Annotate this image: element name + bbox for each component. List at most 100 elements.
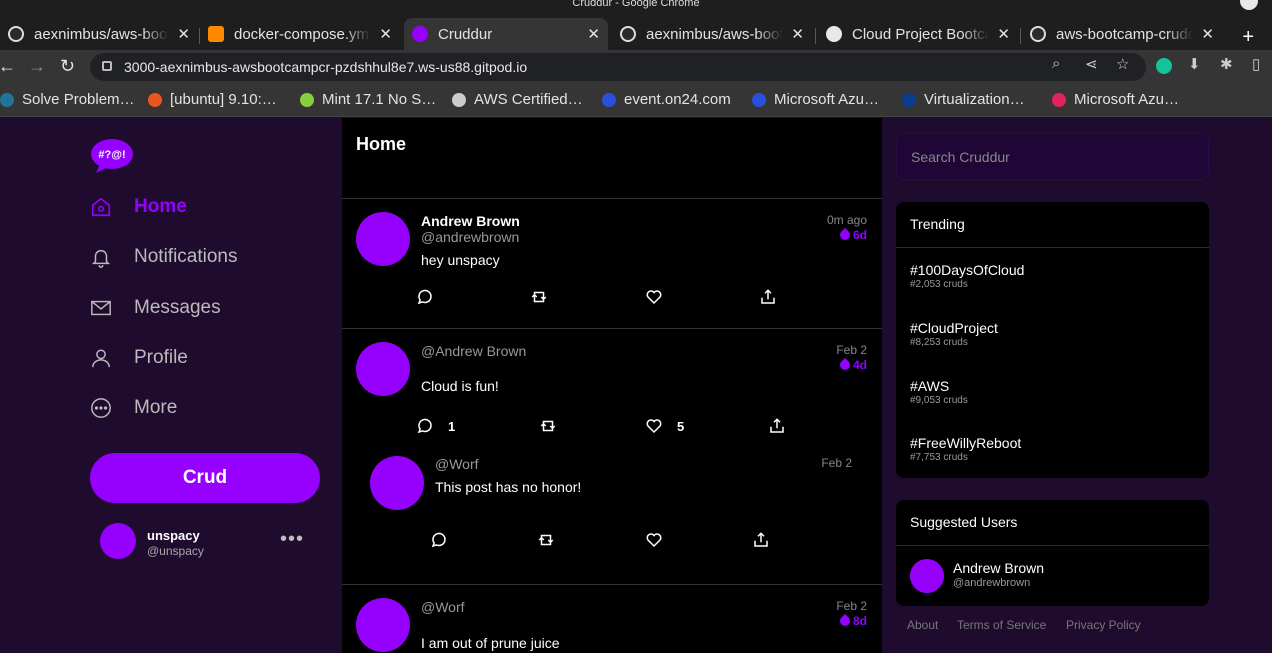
extensions-icon[interactable]: ✱	[1220, 55, 1233, 73]
footer-privacy-link[interactable]: Privacy Policy	[1066, 618, 1141, 632]
crud-button[interactable]: Crud	[90, 453, 320, 503]
share-icon[interactable]: ⋖	[1085, 55, 1098, 73]
reply-button[interactable]	[430, 531, 448, 549]
activity-item[interactable]: @Worf Feb 2 8d I am out of prune juice	[342, 585, 882, 653]
download-icon[interactable]: ⬇	[1188, 55, 1201, 73]
footer-about-link[interactable]: About	[907, 618, 938, 632]
expires-value: 6d	[852, 228, 867, 242]
zoom-icon[interactable]: ⌕	[1052, 55, 1060, 72]
bookmark-label: Microsoft Azu…	[1074, 91, 1180, 108]
bookmark-star-icon[interactable]: ☆	[1116, 55, 1129, 73]
browser-tab[interactable]: aexnimbus/aws-bootcamp-cruddur-2023 ✕	[612, 18, 812, 50]
like-button[interactable]	[645, 288, 663, 306]
bookmark-item[interactable]: Solve Problem…	[0, 91, 135, 108]
browser-tab[interactable]: Cloud Project Bootcamp ✕	[818, 18, 1018, 50]
activity-item[interactable]: @Andrew Brown Feb 2 4d Cloud is fun! 1 5	[342, 329, 882, 449]
bookmark-item[interactable]: Mint 17.1 No S…	[300, 91, 436, 108]
bookmark-item[interactable]: Microsoft Azu…	[752, 91, 879, 108]
tab-close-icon[interactable]: ✕	[1201, 25, 1214, 43]
reply-count: 1	[448, 418, 456, 434]
nav-more[interactable]: More	[90, 397, 177, 419]
bookmark-icon	[602, 92, 616, 107]
nav-messages[interactable]: Messages	[90, 297, 221, 319]
like-button[interactable]: 5	[645, 417, 684, 435]
tab-close-icon[interactable]: ✕	[177, 25, 190, 43]
post-handle: @Worf	[421, 599, 465, 615]
browser-tab[interactable]: aws-bootcamp-cruddur-2023 ✕	[1022, 18, 1222, 50]
tab-close-icon[interactable]: ✕	[379, 25, 392, 43]
user-handle: @unspacy	[147, 544, 204, 558]
grammarly-icon[interactable]	[1156, 58, 1172, 74]
footer-terms-link[interactable]: Terms of Service	[957, 618, 1046, 632]
suggested-user-handle: @andrewbrown	[953, 577, 1031, 589]
tab-close-icon[interactable]: ✕	[587, 25, 600, 43]
reply-button[interactable]	[416, 288, 434, 306]
share-button[interactable]	[752, 531, 770, 549]
window-close-button[interactable]	[1240, 0, 1258, 10]
post-time: 0m ago	[826, 213, 867, 227]
activity-item[interactable]: Andrew Brown @andrewbrown 0m ago 6d hey …	[342, 199, 882, 327]
share-button[interactable]	[759, 288, 777, 306]
new-tab-button[interactable]: +	[1242, 26, 1254, 49]
repost-button[interactable]	[539, 417, 557, 435]
browser-tab-active[interactable]: Cruddur ✕	[404, 18, 608, 50]
heart-icon	[646, 419, 662, 434]
cruddur-logo[interactable]: #?@!	[90, 138, 134, 174]
bookmark-icon	[300, 92, 314, 107]
bookmark-icon	[452, 92, 466, 107]
reload-icon[interactable]: ↻	[60, 56, 75, 77]
tab-close-icon[interactable]: ✕	[791, 25, 804, 43]
trend-count: #9,053 cruds	[910, 395, 968, 406]
bookmark-item[interactable]: [ubuntu] 9.10:…	[148, 91, 277, 108]
nav-label: Profile	[134, 347, 188, 368]
expires-value: 8d	[852, 614, 867, 628]
avatar[interactable]	[910, 559, 944, 593]
tab-label: Cloud Project Bootcamp	[852, 25, 990, 43]
post-handle: @Worf	[435, 456, 479, 472]
user-menu-icon[interactable]: •••	[280, 528, 304, 551]
bookmark-icon	[902, 92, 916, 107]
address-bar[interactable]: 3000-aexnimbus-awsbootcampcr-pzdshhul8e7…	[90, 53, 1146, 81]
side-panel-icon[interactable]: ▯	[1252, 55, 1260, 73]
suggested-title: Suggested Users	[910, 514, 1018, 530]
browser-tab[interactable]: aexnimbus/aws-bootcamp-cruddur-2023 ✕	[0, 18, 198, 50]
post-expires: 8d	[837, 613, 867, 629]
bookmark-item[interactable]: event.on24.com	[602, 91, 731, 108]
window-titlebar: Cruddur - Google Chrome	[0, 0, 1272, 12]
bookmark-icon	[1052, 92, 1066, 107]
trend-count: #2,053 cruds	[910, 279, 968, 290]
tab-label: Cruddur	[438, 25, 493, 43]
nav-profile[interactable]: Profile	[90, 347, 188, 369]
tab-close-icon[interactable]: ✕	[997, 25, 1010, 43]
reply-item[interactable]: @Worf Feb 2 This post has no honor!	[342, 449, 882, 584]
heart-icon	[646, 290, 662, 305]
more-icon	[91, 398, 111, 418]
bookmark-item[interactable]: Microsoft Azu…	[1052, 91, 1179, 108]
nav-home[interactable]: Home	[90, 196, 187, 218]
suggested-user-name[interactable]: Andrew Brown	[953, 560, 1044, 576]
trending-panel: Trending #100DaysOfCloud #2,053 cruds #C…	[896, 202, 1209, 478]
search-input[interactable]	[896, 133, 1209, 180]
forward-icon[interactable]: →	[28, 56, 46, 77]
repost-button[interactable]	[537, 531, 555, 549]
bookmark-item[interactable]: Virtualization…	[902, 91, 1025, 108]
reply-button[interactable]: 1	[416, 417, 455, 435]
like-button[interactable]	[645, 531, 663, 549]
nav-notifications[interactable]: Notifications	[90, 246, 238, 268]
bookmark-item[interactable]: AWS Certified…	[452, 91, 583, 108]
post-expires: 6d	[837, 227, 867, 243]
current-user[interactable]: unspacy @unspacy •••	[100, 523, 310, 561]
trend-tag[interactable]: #100DaysOfCloud	[910, 262, 1024, 278]
share-button[interactable]	[768, 417, 786, 435]
repost-button[interactable]	[530, 288, 548, 306]
expiry-drop-icon	[837, 227, 853, 243]
github-icon	[620, 26, 636, 42]
trend-tag[interactable]: #CloudProject	[910, 320, 998, 336]
back-icon[interactable]: ←	[0, 56, 16, 77]
trend-tag[interactable]: #AWS	[910, 378, 949, 394]
trending-title: Trending	[910, 216, 965, 232]
trend-tag[interactable]: #FreeWillyReboot	[910, 435, 1021, 451]
home-feed: Home Andrew Brown @andrewbrown 0m ago 6d…	[342, 118, 882, 653]
browser-tab[interactable]: docker-compose.yml ✕	[200, 18, 400, 50]
reply-icon	[417, 418, 432, 434]
